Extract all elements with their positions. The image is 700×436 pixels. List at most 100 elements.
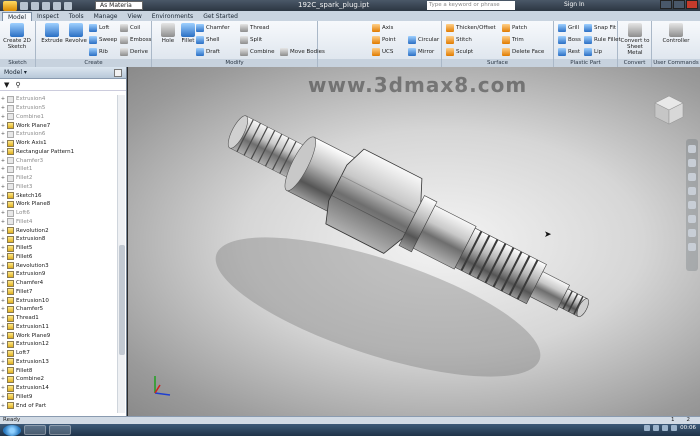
tree-item[interactable]: + Work Plane7 (0, 121, 117, 130)
tree-item[interactable]: + Thread1 (0, 314, 117, 323)
snap-fit-button[interactable]: Snap Fit (584, 23, 616, 33)
tree-item[interactable]: + Extrusion8 (0, 235, 117, 244)
save-icon[interactable] (42, 1, 50, 10)
expand-icon[interactable]: + (0, 271, 6, 277)
thicken-offset-button[interactable]: Thicken/Offset (446, 23, 496, 33)
browser-header[interactable]: Model ▾ (0, 67, 126, 79)
expand-icon[interactable]: + (0, 210, 6, 216)
start-button[interactable] (3, 424, 21, 436)
tab-inspect[interactable]: Inspect (32, 12, 64, 21)
combine-button[interactable]: Combine (240, 47, 274, 57)
grill-button[interactable]: Grill (558, 23, 579, 33)
expand-icon[interactable]: + (0, 131, 6, 137)
trim-button[interactable]: Trim (502, 35, 524, 45)
expand-icon[interactable]: + (0, 254, 6, 260)
split-button[interactable]: Split (240, 35, 262, 45)
browser-close-icon[interactable] (114, 69, 122, 77)
expand-icon[interactable]: + (0, 315, 6, 321)
chamfer-button[interactable]: Chamfer (196, 23, 230, 33)
rib-button[interactable]: Rib (89, 47, 108, 57)
tree-item[interactable]: + Combine2 (0, 375, 117, 384)
stitch-button[interactable]: Stitch (446, 35, 472, 45)
expand-icon[interactable]: + (0, 140, 6, 146)
tray-icon-1[interactable] (644, 425, 651, 431)
expand-icon[interactable]: + (0, 228, 6, 234)
tree-item[interactable]: + Fillet7 (0, 288, 117, 297)
expand-icon[interactable]: + (0, 403, 6, 409)
taskbar-app-2[interactable] (49, 425, 71, 435)
sculpt-button[interactable]: Sculpt (446, 47, 473, 57)
viewcube[interactable] (652, 93, 686, 127)
tab-get-started[interactable]: Get Started (198, 12, 243, 21)
tab-manage[interactable]: Manage (89, 12, 123, 21)
expand-icon[interactable]: + (0, 236, 6, 242)
expand-icon[interactable]: + (0, 350, 6, 356)
rule-fillet-button[interactable]: Rule Fillet (584, 35, 621, 45)
tree-item[interactable]: + Chamfer3 (0, 156, 117, 165)
tab-model[interactable]: Model (2, 12, 33, 21)
sign-in-link[interactable]: Sign In (564, 1, 585, 8)
tree-item[interactable]: + Revolution3 (0, 261, 117, 270)
expand-icon[interactable]: + (0, 298, 6, 304)
controller-button[interactable]: Controller (662, 23, 690, 44)
taskbar-app-1[interactable] (24, 425, 46, 435)
tree-item[interactable]: + Extrusion5 (0, 104, 117, 113)
tree-item[interactable]: + Extrusion14 (0, 384, 117, 393)
tree-item[interactable]: + Fillet8 (0, 366, 117, 375)
find-icon[interactable]: ⚲ (15, 81, 20, 89)
expand-icon[interactable]: + (0, 201, 6, 207)
shell-button[interactable]: Shell (196, 35, 219, 45)
tree-item[interactable]: + Extrusion9 (0, 270, 117, 279)
expand-icon[interactable]: + (0, 245, 6, 251)
expand-icon[interactable]: + (0, 219, 6, 225)
zoom-window-icon[interactable] (688, 215, 696, 223)
expand-icon[interactable]: + (0, 333, 6, 339)
tray-icon-3[interactable] (662, 425, 669, 431)
tree-item[interactable]: + Rectangular Pattern1 (0, 148, 117, 157)
graphics-viewport[interactable]: www.3dmax8.com ➤ (128, 67, 700, 416)
application-menu-button[interactable] (3, 0, 17, 11)
expand-icon[interactable]: + (0, 175, 6, 181)
delete-face-button[interactable]: Delete Face (502, 47, 544, 57)
tree-item[interactable]: + Work Plane9 (0, 331, 117, 340)
thread-button[interactable]: Thread (240, 23, 269, 33)
filter-icon[interactable]: ▼ (4, 81, 9, 89)
expand-icon[interactable]: + (0, 385, 6, 391)
tree-item[interactable]: + Chamfer4 (0, 279, 117, 288)
tree-item[interactable]: + Fillet5 (0, 244, 117, 253)
tree-item[interactable]: + Loft6 (0, 209, 117, 218)
tree-item[interactable]: + Fillet2 (0, 174, 117, 183)
tree-item[interactable]: + Combine1 (0, 113, 117, 122)
expand-icon[interactable]: + (0, 166, 6, 172)
expand-icon[interactable]: + (0, 123, 6, 129)
expand-icon[interactable]: + (0, 280, 6, 286)
redo-icon[interactable] (64, 1, 72, 10)
maximize-button[interactable] (673, 0, 685, 9)
ucs-button[interactable]: UCS (372, 47, 393, 57)
steering-wheel-icon[interactable] (688, 145, 696, 153)
tree-item[interactable]: + Extrusion11 (0, 323, 117, 332)
free-orbit-icon[interactable] (688, 243, 696, 251)
expand-icon[interactable]: + (0, 289, 6, 295)
undo-icon[interactable] (53, 1, 61, 10)
expand-icon[interactable]: + (0, 368, 6, 374)
convert-to-sheet-metal-button[interactable]: Convert to Sheet Metal (620, 23, 650, 56)
look-at-icon[interactable] (688, 201, 696, 209)
tree-item[interactable]: + Work Axis1 (0, 139, 117, 148)
expand-icon[interactable]: + (0, 184, 6, 190)
tree-item[interactable]: + Chamfer5 (0, 305, 117, 314)
axis-button[interactable]: Axis (372, 23, 393, 33)
help-search-input[interactable]: Type a keyword or phrase (427, 1, 515, 10)
tree-item[interactable]: + Extrusion12 (0, 340, 117, 349)
expand-icon[interactable]: + (0, 105, 6, 111)
tree-item[interactable]: + Extrusion10 (0, 296, 117, 305)
tree-item[interactable]: + Loft7 (0, 349, 117, 358)
open-icon[interactable] (31, 1, 39, 10)
emboss-button[interactable]: Emboss (120, 35, 151, 45)
orbit-icon[interactable] (688, 187, 696, 195)
expand-icon[interactable]: + (0, 359, 6, 365)
tree-item[interactable]: + Revolution2 (0, 226, 117, 235)
zoom-icon[interactable] (688, 173, 696, 181)
tray-icon-2[interactable] (653, 425, 660, 431)
expand-icon[interactable]: + (0, 96, 6, 102)
